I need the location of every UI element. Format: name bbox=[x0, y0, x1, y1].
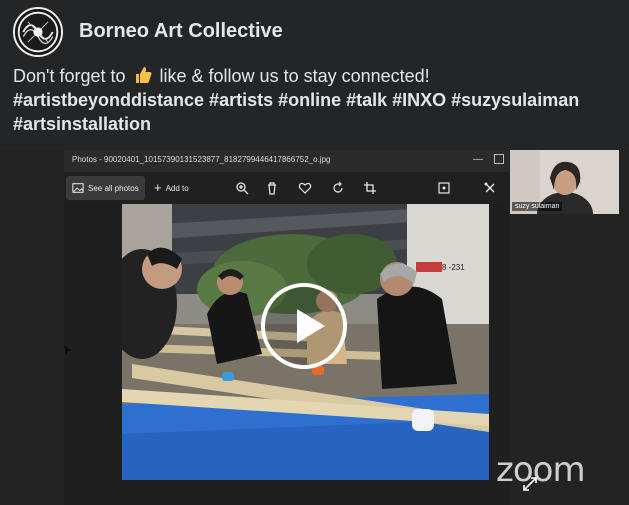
participant-name: suzy sulaiman bbox=[512, 202, 563, 211]
delete-icon bbox=[264, 180, 280, 196]
zoom-watermark: zoom bbox=[496, 450, 586, 490]
page-name[interactable]: Borneo Art Collective bbox=[79, 20, 283, 43]
collective-logo-icon bbox=[15, 9, 61, 55]
post-text-after: like & follow us to stay connected! bbox=[154, 66, 430, 86]
favorite-heart-icon bbox=[297, 180, 313, 196]
crop-icon bbox=[362, 180, 378, 196]
participant-video-thumbnail: suzy sulaiman bbox=[510, 150, 619, 214]
gallery-icon bbox=[72, 183, 84, 193]
installation-photo: 8 -231 bbox=[122, 204, 489, 480]
hashtags-line-2[interactable]: #artsinstallation bbox=[13, 112, 623, 136]
add-to-label: Add to bbox=[165, 183, 189, 193]
zoom-in-icon bbox=[234, 180, 250, 196]
video-player[interactable]: Photos - 90020401_10157390131523877_8182… bbox=[0, 150, 629, 505]
post-header: Borneo Art Collective bbox=[0, 0, 629, 62]
rotate-icon bbox=[330, 180, 346, 196]
photos-title-bar: Photos - 90020401_10157390131523877_8182… bbox=[64, 150, 509, 172]
photos-app-window: Photos - 90020401_10157390131523877_8182… bbox=[64, 150, 509, 505]
plus-icon: + bbox=[154, 180, 162, 195]
maximize-icon bbox=[494, 154, 504, 164]
post-text: Don't forget to like & follow us to stay… bbox=[13, 64, 623, 136]
photo-sign-text: 8 -231 bbox=[442, 263, 465, 272]
see-all-photos-label: See all photos bbox=[88, 183, 139, 193]
play-button-icon[interactable] bbox=[261, 283, 347, 369]
thumbs-up-icon bbox=[135, 67, 152, 83]
edit-enhance-icon bbox=[436, 180, 452, 196]
photos-toolbar: See all photos + Add to bbox=[64, 172, 509, 204]
post-text-line-1: Don't forget to like & follow us to stay… bbox=[13, 64, 623, 88]
post-text-before: Don't forget to bbox=[13, 66, 131, 86]
more-tools-icon bbox=[482, 180, 498, 196]
add-to-button: + Add to bbox=[148, 176, 195, 200]
mouse-cursor-icon bbox=[64, 345, 72, 355]
hashtags-line-1[interactable]: #artistbeyonddistance #artists #online #… bbox=[13, 88, 623, 112]
photos-window-title: Photos - 90020401_10157390131523877_8182… bbox=[72, 155, 331, 164]
see-all-photos-button: See all photos bbox=[66, 176, 145, 200]
page-avatar[interactable] bbox=[13, 7, 63, 57]
minimize-icon: — bbox=[473, 154, 483, 165]
expand-icon[interactable] bbox=[522, 476, 538, 492]
